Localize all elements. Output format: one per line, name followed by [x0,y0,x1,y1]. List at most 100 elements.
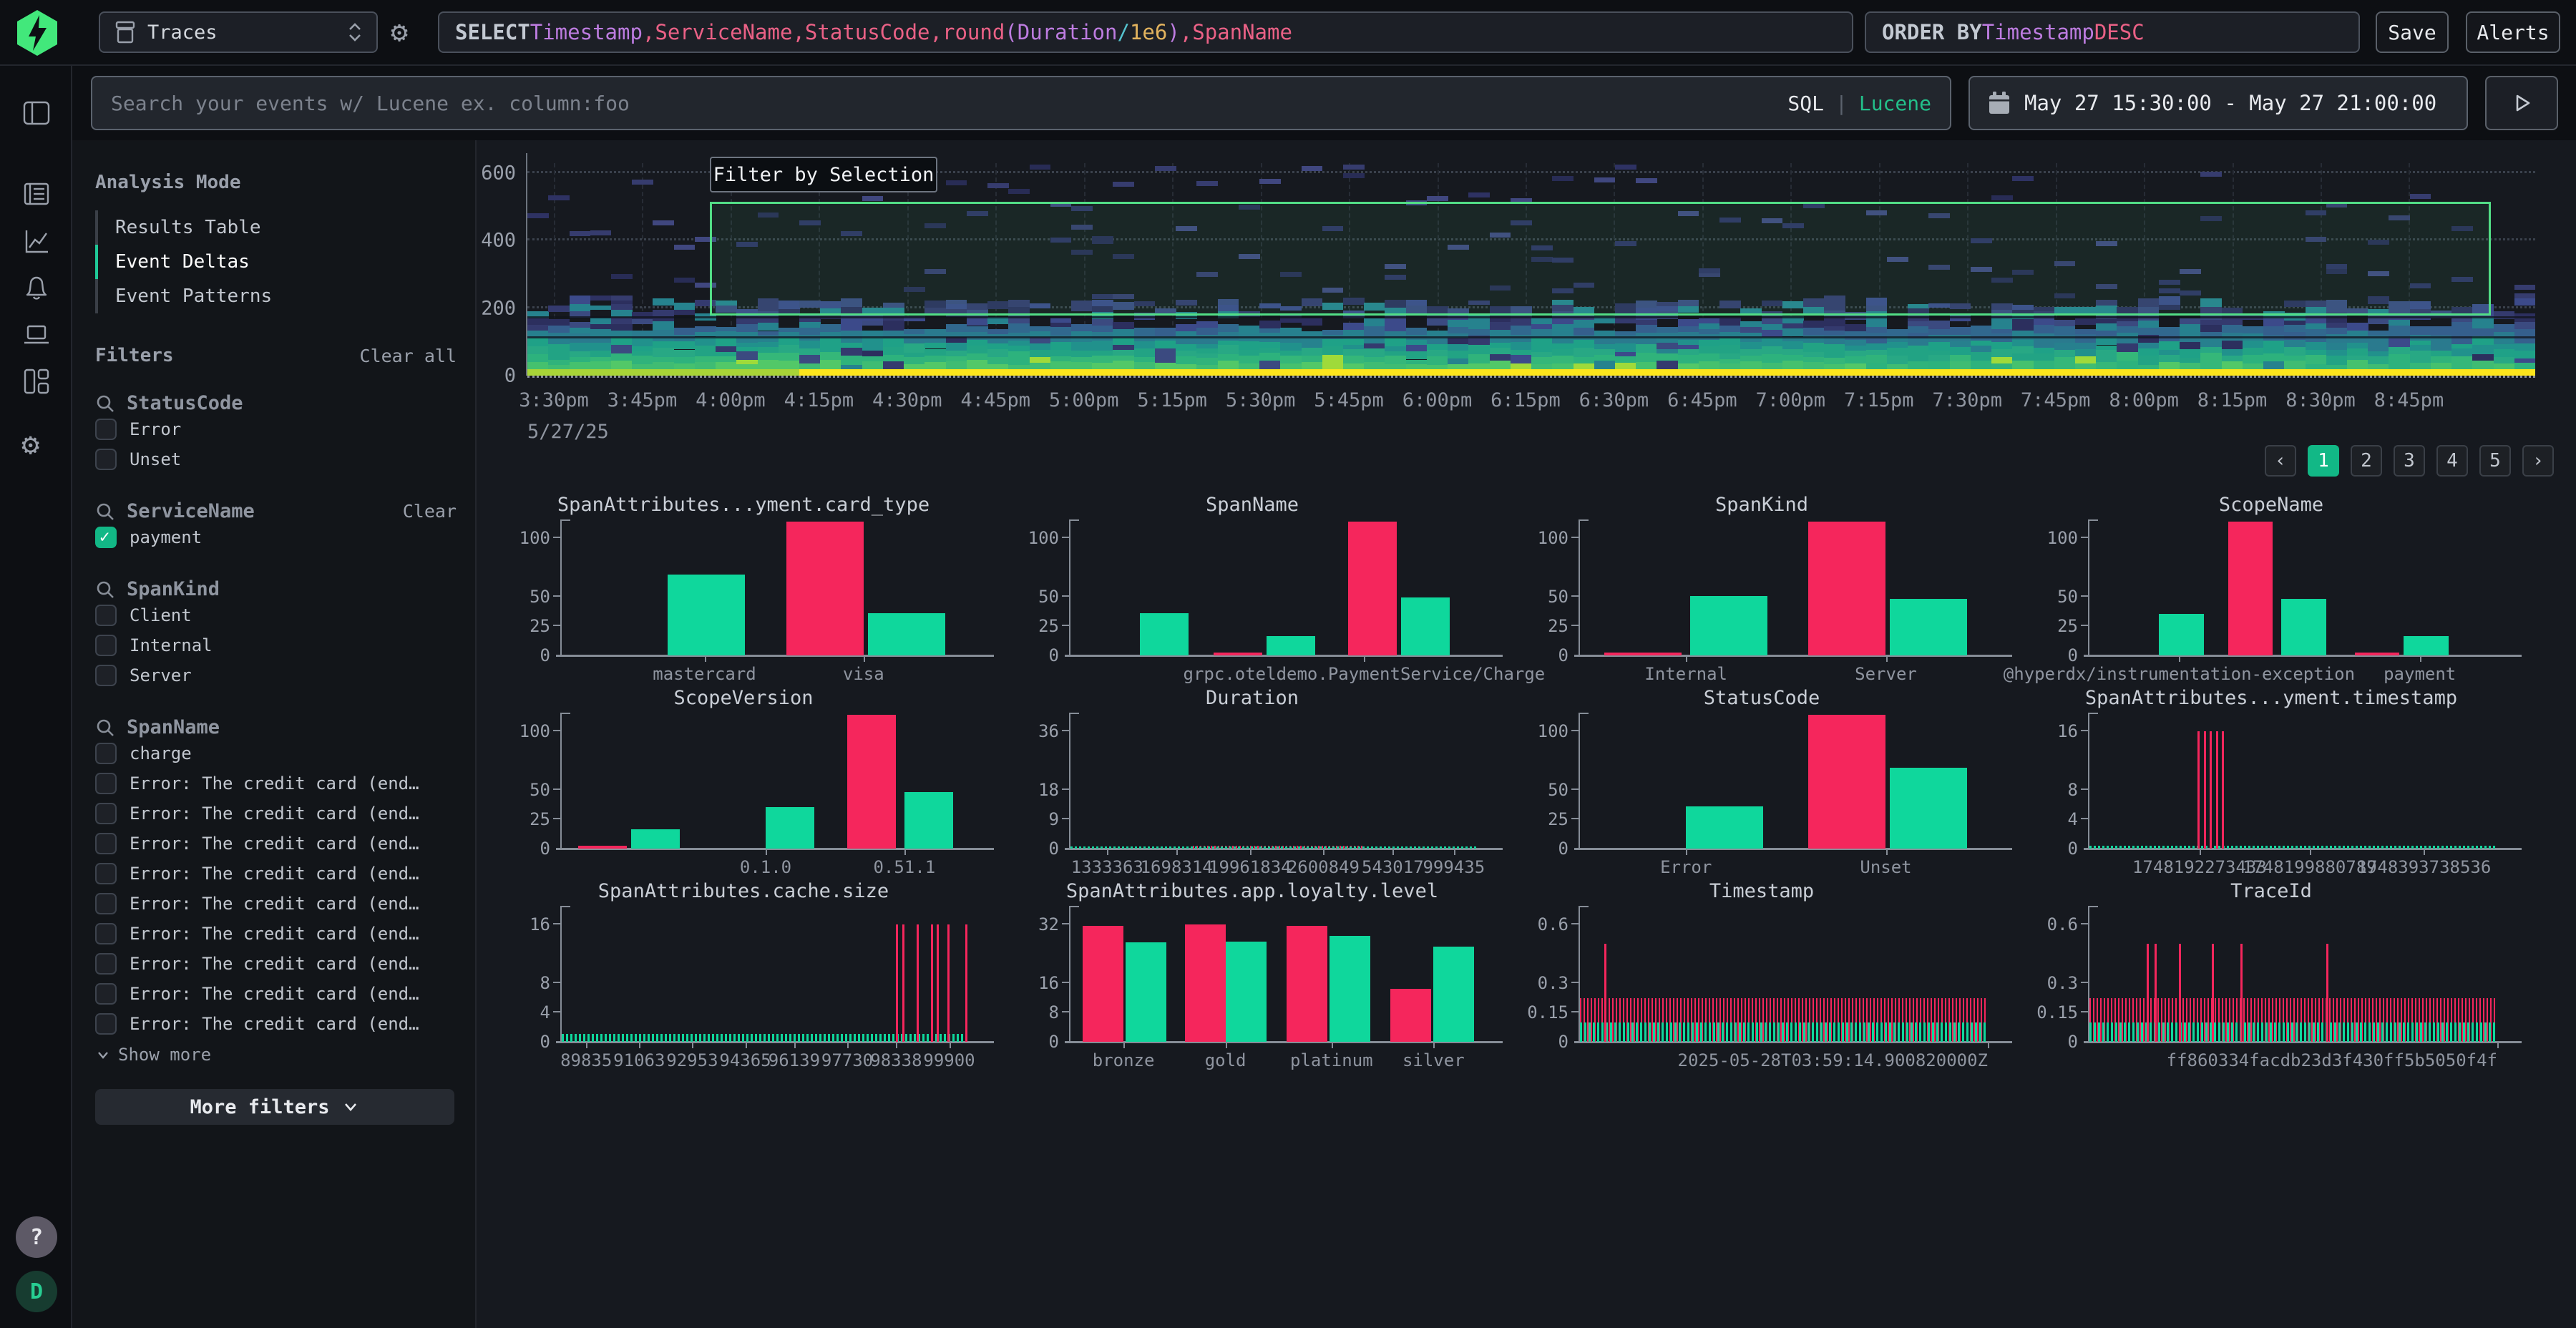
pagination-page-4[interactable]: 4 [2436,445,2468,477]
show-more-link[interactable]: Show more [95,1045,457,1065]
heatmap-cell [2012,340,2034,346]
filter-option[interactable]: Error: The credit card (end… [95,859,457,889]
filter-option[interactable]: charge [95,738,457,768]
checkbox[interactable] [95,893,117,914]
filter-group-clear-link[interactable]: Clear [403,501,457,522]
save-button[interactable]: Save [2376,11,2449,53]
chart-plot: 0481689835910639295394365961399773098338… [562,913,970,1042]
settings-gear-icon[interactable]: ⚙ [21,429,52,459]
chart-plot: 02550100ErrorUnset [1580,720,1988,849]
x-tick-label: 4:30pm [872,389,942,411]
app-logo-icon[interactable] [14,9,60,57]
more-filters-button[interactable]: More filters [95,1089,454,1125]
query-settings-gear-icon[interactable]: ⚙ [391,18,408,47]
pagination-page-1[interactable]: 1 [2308,445,2339,477]
heatmap-cell [1071,350,1093,356]
heatmap-cell [2284,361,2306,369]
y-tick-mark [1062,595,1069,597]
filter-option[interactable]: Error: The credit card (end… [95,919,457,949]
alerts-button[interactable]: Alerts [2466,11,2560,53]
pagination-prev-button[interactable]: ‹ [2265,445,2296,477]
analysis-mode-item-results-table[interactable]: Results Table [95,210,457,245]
filter-option[interactable]: Unset [95,444,457,474]
heatmap-cell [1552,338,1574,343]
alerts-bell-icon[interactable] [21,273,52,303]
checkbox[interactable] [95,833,117,854]
heatmap-cell [820,347,841,351]
orderby-query-editor[interactable]: ORDER BY Timestamp DESC [1865,11,2360,53]
heatmap-cell [1824,331,1845,336]
help-button[interactable]: ? [16,1216,57,1258]
filter-option[interactable]: payment [95,522,457,552]
checkbox[interactable] [95,743,117,764]
dashboards-icon[interactable] [21,366,52,396]
run-query-button[interactable] [2485,76,2558,130]
checkbox[interactable] [95,635,117,656]
filter-by-selection-button[interactable]: Filter by Selection [710,157,937,192]
search-bar: SQL | Lucene [91,76,1951,130]
checkbox[interactable] [95,953,117,975]
heatmap-cell [841,321,862,326]
checkbox[interactable] [95,449,117,470]
filter-option[interactable]: Error: The credit card (end… [95,1009,457,1039]
analysis-mode-item-event-deltas[interactable]: Event Deltas [95,245,457,279]
clear-all-filters-link[interactable]: Clear all [360,346,457,366]
filter-option[interactable]: Client [95,600,457,630]
checkbox[interactable] [95,1013,117,1035]
checkbox[interactable] [95,983,117,1005]
heatmap-cell [1239,350,1260,356]
pagination-next-button[interactable]: › [2522,445,2554,477]
sidebar-panel-icon[interactable] [21,98,52,128]
select-query-editor[interactable]: SELECT Timestamp,ServiceName,StatusCode,… [438,11,1853,53]
source-select[interactable]: Traces [99,11,378,53]
heatmap-cell [2326,350,2348,356]
pagination-page-2[interactable]: 2 [2351,445,2382,477]
sql-toggle[interactable]: SQL [1787,92,1824,115]
pagination-page-3[interactable]: 3 [2394,445,2425,477]
date-range-picker[interactable]: May 27 15:30:00 - May 27 21:00:00 [1968,76,2468,130]
filter-option[interactable]: Error: The credit card (end… [95,829,457,859]
chart-explorer-icon[interactable] [21,226,52,256]
checkbox[interactable] [95,803,117,824]
checkbox[interactable] [95,605,117,626]
heatmap-cell [590,230,612,235]
checkbox[interactable] [95,923,117,944]
heatmap-cell [1030,326,1051,332]
x-tick-mark [2179,655,2180,662]
filter-option[interactable]: Error [95,414,457,444]
lucene-toggle[interactable]: Lucene [1859,92,1931,115]
search-logs-icon[interactable] [21,179,52,209]
filter-option[interactable]: Error: The credit card (end… [95,768,457,799]
sessions-laptop-icon[interactable] [21,321,52,351]
heatmap-cell [1343,356,1365,363]
heatmap-cell [1280,343,1302,350]
heatmap-cell [548,353,570,360]
filter-option[interactable]: Error: The credit card (end… [95,979,457,1009]
checkbox-checked[interactable] [95,527,117,548]
heatmap-cell [1030,369,1051,376]
checkbox[interactable] [95,665,117,686]
heatmap-cell [548,339,570,343]
checkbox[interactable] [95,419,117,440]
heatmap-cell [1824,364,1845,370]
heatmap-cell [2200,369,2222,376]
time-selection-brush[interactable] [710,202,2491,316]
heatmap-cell [1071,369,1093,376]
heatmap-cell [1636,340,1657,344]
heatmap-cell [1719,363,1741,369]
analysis-mode-item-event-patterns[interactable]: Event Patterns [95,279,457,313]
pagination-page-5[interactable]: 5 [2479,445,2511,477]
heatmap-cell [1887,342,1908,348]
checkbox[interactable] [95,863,117,884]
filter-option[interactable]: Error: The credit card (end… [95,799,457,829]
events-heatmap-chart[interactable]: 0200400600 [527,163,2535,378]
heatmap-cell [611,274,633,279]
filter-option[interactable]: Server [95,660,457,690]
user-avatar[interactable]: D [16,1271,57,1312]
filter-option[interactable]: Error: The credit card (end… [95,949,457,979]
filter-option[interactable]: Internal [95,630,457,660]
checkbox[interactable] [95,773,117,794]
search-input[interactable] [92,92,1787,115]
filter-option[interactable]: Error: The credit card (end… [95,889,457,919]
heatmap-cell [2306,364,2327,369]
